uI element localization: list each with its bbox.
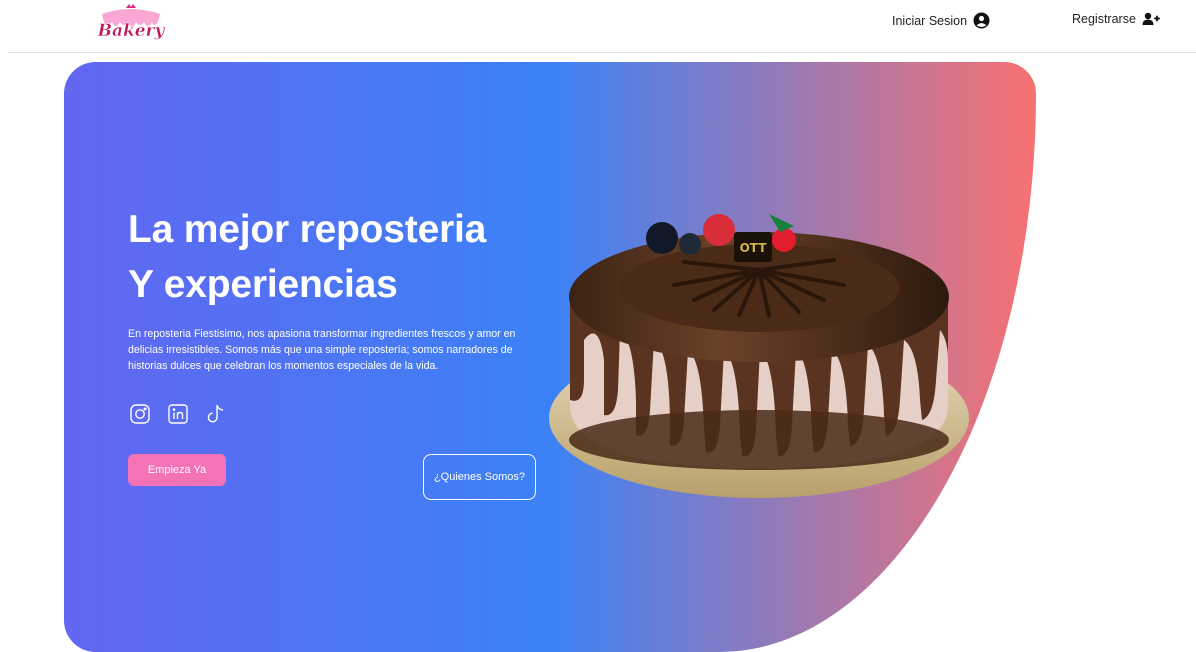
instagram-icon[interactable] <box>128 402 152 426</box>
about-us-button[interactable]: ¿Quienes Somos? <box>423 454 536 500</box>
bakery-logo[interactable]: Bakery <box>96 2 166 46</box>
login-label: Iniciar Sesion <box>892 13 968 28</box>
hero-title-line-1: La mejor reposteria <box>128 208 487 251</box>
top-navbar: Bakery Iniciar Sesion Registrarse <box>0 0 1196 52</box>
hero-title: La mejor reposteria Y experiencias <box>128 202 486 312</box>
hero-description: En reposteria Fiestisimo, nos apasiona t… <box>128 328 516 372</box>
login-link[interactable]: Iniciar Sesion <box>892 12 990 29</box>
svg-text:OTT: OTT <box>740 241 768 255</box>
hero-title-line-2: Y experiencias <box>128 263 398 306</box>
hero-section: La mejor reposteria Y experiencias En re… <box>64 62 1036 652</box>
chocolate-cake-image: OTT <box>549 214 969 498</box>
user-circle-icon <box>973 12 990 29</box>
register-link[interactable]: Registrarse <box>1072 12 1160 26</box>
tiktok-icon[interactable] <box>204 402 228 426</box>
navbar-divider <box>8 52 1196 53</box>
linkedin-icon[interactable] <box>166 402 190 426</box>
social-links <box>128 402 228 426</box>
register-label: Registrarse <box>1072 12 1136 26</box>
svg-text:Bakery: Bakery <box>97 21 166 41</box>
start-button[interactable]: Empieza Ya <box>128 454 226 486</box>
user-plus-icon <box>1142 12 1160 26</box>
